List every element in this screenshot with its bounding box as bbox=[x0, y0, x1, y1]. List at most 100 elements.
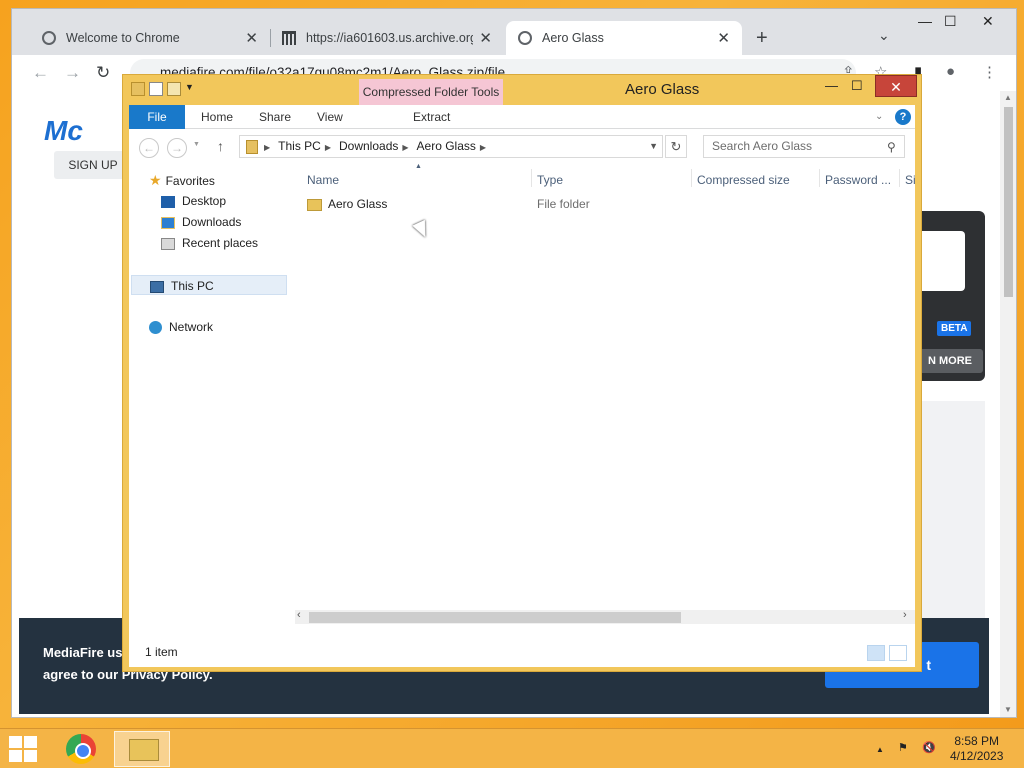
breadcrumb-separator-icon[interactable]: ▶ bbox=[325, 137, 331, 158]
search-icon[interactable]: ⚲ bbox=[887, 140, 896, 154]
mediafire-logo[interactable]: Mc bbox=[44, 115, 83, 147]
globe-icon bbox=[518, 31, 532, 45]
tab-close-icon[interactable]: ✕ bbox=[479, 29, 492, 47]
beta-badge: BETA bbox=[937, 321, 972, 336]
ribbon-tab-home[interactable]: Home bbox=[201, 105, 233, 129]
profile-icon[interactable]: ● bbox=[946, 63, 955, 80]
breadcrumb-separator-icon[interactable]: ▶ bbox=[402, 137, 408, 158]
tab-aero-glass[interactable]: Aero Glass ✕ bbox=[506, 21, 742, 55]
nav-recent-places[interactable]: Recent places bbox=[161, 233, 258, 253]
recent-places-icon bbox=[161, 237, 175, 250]
column-divider[interactable] bbox=[531, 169, 532, 187]
menu-icon[interactable]: ⋮ bbox=[982, 63, 997, 81]
archive-icon bbox=[282, 31, 296, 45]
tab-title: Aero Glass bbox=[542, 31, 604, 45]
folder-icon[interactable] bbox=[131, 82, 145, 96]
zip-folder-icon bbox=[246, 139, 258, 154]
ribbon-tab-share[interactable]: Share bbox=[259, 105, 291, 129]
properties-icon[interactable] bbox=[149, 82, 163, 96]
breadcrumb-downloads[interactable]: Downloads bbox=[339, 136, 398, 157]
explorer-close-button[interactable]: ✕ bbox=[875, 75, 917, 97]
desktop-icon bbox=[161, 195, 175, 208]
ribbon-tab-extract[interactable]: Extract bbox=[413, 105, 450, 129]
column-compressed-size[interactable]: Compressed size bbox=[697, 173, 790, 187]
file-type: File folder bbox=[537, 197, 590, 211]
scroll-up-icon[interactable]: ▲ bbox=[1004, 93, 1012, 102]
close-button[interactable]: ✕ bbox=[982, 13, 994, 30]
new-tab-button[interactable]: + bbox=[756, 27, 768, 50]
forward-button[interactable]: → bbox=[64, 63, 81, 83]
star-icon: ★ bbox=[149, 172, 162, 188]
explorer-window-title: Aero Glass bbox=[625, 81, 700, 98]
breadcrumb[interactable]: ▶ This PC ▶ Downloads ▶ Aero Glass ▶ ▼ bbox=[239, 135, 663, 158]
tab-close-icon[interactable]: ✕ bbox=[717, 29, 730, 47]
show-hidden-icons-icon[interactable]: ▲ bbox=[876, 745, 884, 754]
horizontal-scrollbar[interactable]: ‹ › bbox=[295, 609, 915, 624]
nav-network[interactable]: Network bbox=[149, 317, 213, 337]
tab-strip: Welcome to Chrome ✕ https://ia601603.us.… bbox=[12, 9, 1016, 55]
clock[interactable]: 8:58 PM 4/12/2023 bbox=[950, 734, 1003, 764]
action-center-flag-icon[interactable]: ⚑ bbox=[898, 741, 908, 754]
back-button[interactable]: ← bbox=[32, 63, 49, 83]
breadcrumb-this-pc[interactable]: This PC bbox=[278, 136, 321, 157]
tab-close-icon[interactable]: ✕ bbox=[245, 29, 258, 47]
start-button[interactable] bbox=[8, 735, 38, 763]
nav-downloads[interactable]: Downloads bbox=[161, 212, 241, 232]
taskbar-file-explorer[interactable] bbox=[114, 731, 170, 767]
nav-this-pc[interactable]: This PC bbox=[131, 275, 287, 295]
ribbon-tab-file[interactable]: File bbox=[129, 105, 185, 129]
ribbon-expand-icon[interactable]: ⌄ bbox=[875, 105, 883, 129]
scroll-right-icon[interactable]: › bbox=[903, 609, 907, 621]
nav-desktop[interactable]: Desktop bbox=[161, 191, 226, 211]
column-size[interactable]: Si bbox=[905, 173, 916, 187]
column-type[interactable]: Type bbox=[537, 173, 563, 187]
column-divider[interactable] bbox=[819, 169, 820, 187]
minimize-button[interactable]: — bbox=[918, 13, 932, 29]
compressed-folder-tools-tab[interactable]: Compressed Folder Tools bbox=[359, 79, 503, 106]
taskbar-chrome[interactable] bbox=[52, 731, 108, 767]
file-row[interactable]: Aero Glass File folder bbox=[307, 193, 867, 215]
back-arrow-icon[interactable]: ← bbox=[139, 138, 159, 158]
refresh-icon[interactable]: ↻ bbox=[665, 135, 687, 158]
details-view-icon[interactable] bbox=[867, 645, 885, 661]
learn-more-button[interactable]: N MORE bbox=[917, 349, 983, 373]
column-name[interactable]: Name bbox=[307, 173, 339, 187]
sort-ascending-icon: ▲ bbox=[415, 163, 422, 170]
column-divider[interactable] bbox=[899, 169, 900, 187]
column-divider[interactable] bbox=[691, 169, 692, 187]
forward-arrow-icon[interactable]: → bbox=[167, 138, 187, 158]
address-dropdown-icon[interactable]: ▼ bbox=[649, 136, 658, 157]
scrollbar-thumb[interactable] bbox=[1004, 107, 1013, 297]
scroll-left-icon[interactable]: ‹ bbox=[297, 609, 301, 621]
maximize-button[interactable]: ☐ bbox=[944, 13, 957, 30]
column-password[interactable]: Password ... bbox=[825, 173, 891, 187]
breadcrumb-aero-glass[interactable]: Aero Glass bbox=[417, 136, 476, 157]
scrollbar-thumb[interactable] bbox=[309, 612, 681, 623]
customize-dropdown-icon[interactable]: ▼ bbox=[185, 82, 194, 96]
recent-locations-icon[interactable]: ▼ bbox=[193, 141, 200, 148]
nav-favorites[interactable]: ★ Favorites bbox=[149, 170, 215, 190]
clock-date: 4/12/2023 bbox=[950, 749, 1004, 763]
large-icons-view-icon[interactable] bbox=[889, 645, 907, 661]
search-input[interactable]: Search Aero Glass bbox=[703, 135, 905, 158]
up-arrow-icon[interactable]: ↑ bbox=[217, 138, 224, 154]
explorer-title-bar[interactable]: ▼ Compressed Folder Tools Aero Glass — ☐… bbox=[123, 75, 921, 106]
breadcrumb-separator-icon[interactable]: ▶ bbox=[264, 137, 270, 158]
status-bar: 1 item bbox=[129, 635, 915, 667]
breadcrumb-separator-icon[interactable]: ▶ bbox=[480, 137, 486, 158]
new-folder-icon[interactable] bbox=[167, 82, 181, 96]
volume-muted-icon[interactable]: 🔇 bbox=[922, 741, 936, 754]
nav-label: Recent places bbox=[182, 236, 259, 250]
reload-button[interactable]: ↻ bbox=[96, 63, 110, 83]
explorer-minimize-button[interactable]: — bbox=[825, 78, 838, 93]
tab-search-button[interactable]: ⌄ bbox=[878, 27, 890, 44]
tab-welcome[interactable]: Welcome to Chrome ✕ bbox=[30, 21, 270, 55]
explorer-maximize-button[interactable]: ☐ bbox=[851, 78, 863, 94]
tab-archive[interactable]: https://ia601603.us.archive.org/7 ✕ bbox=[270, 21, 504, 55]
page-scrollbar[interactable]: ▲ ▼ bbox=[1000, 91, 1016, 717]
scroll-down-icon[interactable]: ▼ bbox=[1004, 705, 1012, 714]
side-panel bbox=[917, 401, 985, 621]
ribbon-tab-view[interactable]: View bbox=[317, 105, 343, 129]
sign-up-button[interactable]: SIGN UP bbox=[54, 151, 132, 179]
help-icon[interactable]: ? bbox=[895, 109, 911, 125]
